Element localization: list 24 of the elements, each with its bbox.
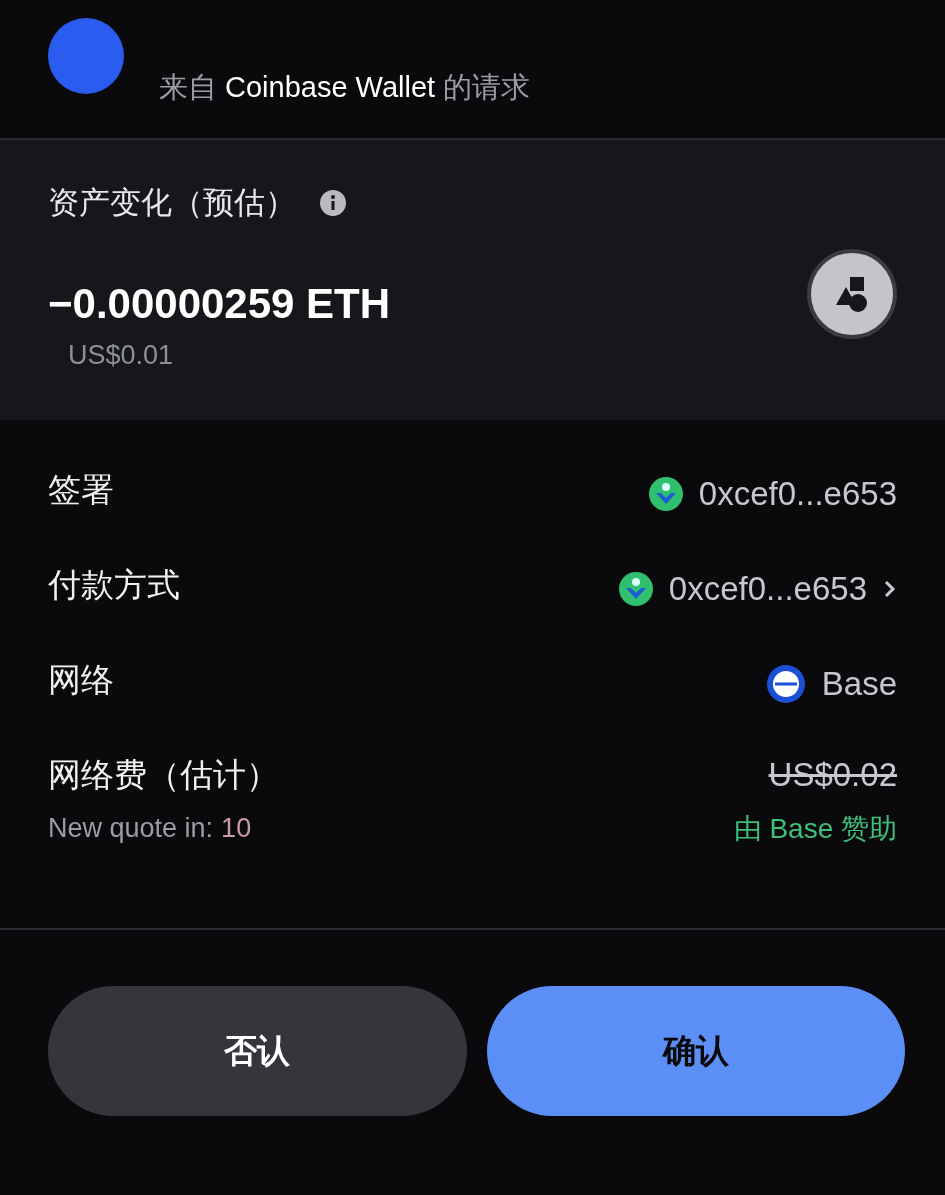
row-value: 0xcef0...e653 <box>698 474 897 514</box>
network-icon <box>765 663 806 704</box>
row-label: 网络费（估计） <box>48 755 279 795</box>
reject-button[interactable]: 否认 <box>48 985 467 1116</box>
row-value: 0xcef0...e653 <box>668 569 867 609</box>
quote-label: New quote in: <box>48 811 214 845</box>
confirm-button[interactable]: 确认 <box>486 985 905 1116</box>
fee-value: US$0.02 <box>768 755 897 795</box>
sponsor-note: 由 Base 赞助 <box>733 811 897 846</box>
request-suffix: 的请求 <box>443 70 531 105</box>
countdown: 10 <box>221 811 252 845</box>
app-name: Coinbase Wallet <box>225 70 436 105</box>
row-label: 网络 <box>48 660 114 700</box>
row-label: 签署 <box>48 470 114 510</box>
row-value: Base <box>821 664 897 704</box>
fiat-value: US$0.01 <box>68 338 175 372</box>
account-avatar-icon <box>648 476 683 511</box>
section-title: 资产变化（预估） <box>48 184 296 222</box>
request-prefix: 来自 <box>159 70 217 105</box>
account-avatar-icon <box>618 571 653 606</box>
shapes-icon <box>834 274 870 313</box>
amount: −0.00000259 ETH <box>48 278 391 329</box>
row-label: 付款方式 <box>48 565 180 605</box>
info-icon <box>320 190 346 217</box>
